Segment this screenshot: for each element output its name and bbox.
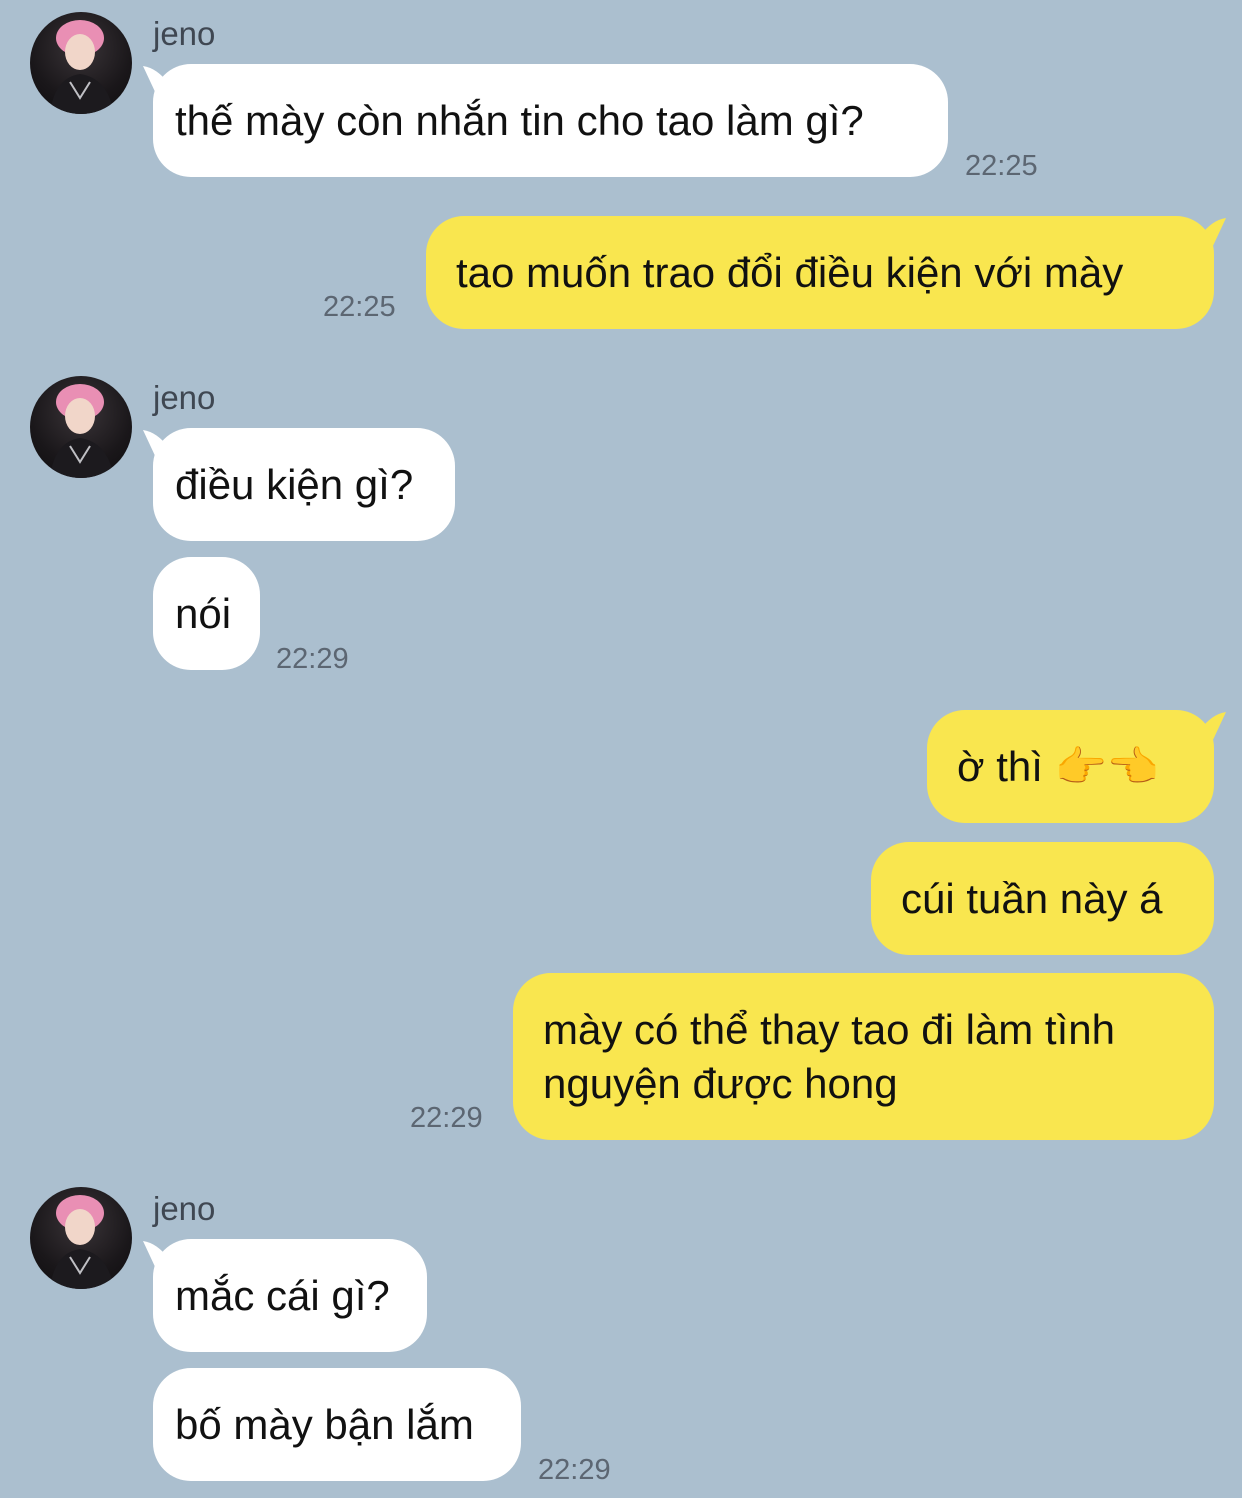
avatar[interactable] (30, 1187, 132, 1289)
sender-name: jeno (153, 379, 216, 416)
sender-name: jeno (153, 15, 216, 52)
message-bubble[interactable]: nói (153, 557, 260, 670)
message-bubble[interactable]: cúi tuần này á (871, 842, 1214, 955)
timestamp: 22:29 (410, 1102, 483, 1134)
message-bubble[interactable]: ờ thì 👉👈 (927, 710, 1214, 823)
message-text: thế mày còn nhắn tin cho tao làm gì? (175, 96, 864, 144)
sender-name: jeno (153, 1190, 216, 1227)
message-text: mắc cái gì? (175, 1271, 390, 1319)
message-bubble[interactable]: thế mày còn nhắn tin cho tao làm gì? (153, 64, 948, 177)
message-text: mày có thể thay tao đi làm tình nguyện đ… (543, 1005, 1115, 1107)
message-text: cúi tuần này á (901, 874, 1163, 922)
message-bubble[interactable]: bố mày bận lắm (153, 1368, 521, 1481)
message-text: điều kiện gì? (175, 460, 414, 508)
timestamp: 22:29 (538, 1454, 611, 1486)
timestamp: 22:25 (965, 150, 1038, 182)
message-text: tao muốn trao đổi điều kiện với mày (456, 248, 1124, 296)
message-bubble[interactable]: tao muốn trao đổi điều kiện với mày (426, 216, 1214, 329)
message-bubble[interactable]: mắc cái gì? (153, 1239, 427, 1352)
timestamp: 22:25 (323, 291, 396, 323)
chat-area: jeno thế mày còn nhắn tin cho tao làm gì… (0, 0, 1242, 1498)
message-bubble[interactable]: điều kiện gì? (153, 428, 455, 541)
message-bubble[interactable]: mày có thể thay tao đi làm tình nguyện đ… (513, 973, 1214, 1140)
avatar[interactable] (30, 12, 132, 114)
message-text: bố mày bận lắm (175, 1400, 474, 1448)
timestamp: 22:29 (276, 643, 349, 675)
message-text: ờ thì 👉👈 (957, 742, 1160, 790)
avatar[interactable] (30, 376, 132, 478)
message-text: nói (175, 589, 232, 637)
